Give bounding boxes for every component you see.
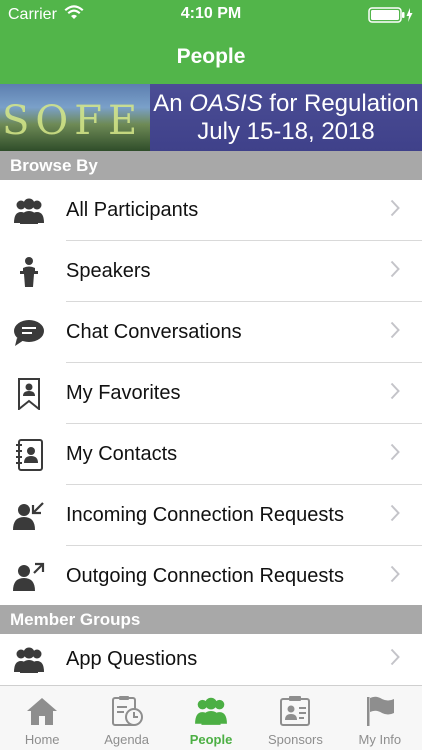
contacts-book-icon xyxy=(13,438,45,471)
banner-dates: July 15-18, 2018 xyxy=(197,117,375,145)
list-item-label: Incoming Connection Requests xyxy=(66,504,344,526)
banner-headline-prefix: An xyxy=(153,89,190,117)
chevron-right-icon xyxy=(390,565,400,588)
people-icon xyxy=(194,694,228,728)
group-icon xyxy=(13,195,45,227)
list-item-label: All Participants xyxy=(66,199,199,221)
status-bar: Carrier 4:10 PM xyxy=(0,0,422,30)
sponsors-icon xyxy=(278,694,312,728)
list-item-label: Chat Conversations xyxy=(66,321,242,343)
chat-bubble-icon xyxy=(13,317,45,349)
home-icon xyxy=(25,694,59,728)
section-header-browse-by: Browse By xyxy=(0,151,422,180)
battery-icon xyxy=(368,7,414,28)
tab-home[interactable]: Home xyxy=(0,686,84,750)
tab-sponsors[interactable]: Sponsors xyxy=(253,686,337,750)
person-outgoing-icon xyxy=(13,561,45,593)
tab-my-info[interactable]: My Info xyxy=(338,686,422,750)
list-item-chat-conversations[interactable]: Chat Conversations xyxy=(0,302,422,363)
flag-icon xyxy=(363,694,397,728)
speaker-icon xyxy=(13,256,45,288)
banner-headline-suffix: for Regulation xyxy=(262,89,419,117)
event-banner[interactable]: SOFE An OASIS for Regulation July 15-18,… xyxy=(0,84,422,151)
list-item-label: My Contacts xyxy=(66,443,178,465)
list-item-my-contacts[interactable]: My Contacts xyxy=(0,424,422,485)
navigation-bar: People xyxy=(0,30,422,84)
chevron-right-icon xyxy=(390,321,400,344)
group-icon xyxy=(13,644,45,676)
list-item-outgoing-connection-requests[interactable]: Outgoing Connection Requests xyxy=(0,546,422,607)
tab-label: Sponsors xyxy=(267,732,323,747)
banner-photo: SOFE xyxy=(0,84,150,151)
chevron-right-icon xyxy=(390,648,400,671)
list-item-label: My Favorites xyxy=(66,382,181,404)
agenda-icon xyxy=(110,694,144,728)
list-item-label: App Questions xyxy=(66,648,198,670)
tab-label: My Info xyxy=(358,732,402,747)
list-item-label: Speakers xyxy=(66,260,151,282)
section-header-label: Browse By xyxy=(10,155,98,175)
list-item-all-participants[interactable]: All Participants xyxy=(0,180,422,241)
tab-label: People xyxy=(189,732,233,747)
chevron-right-icon xyxy=(390,443,400,466)
list-item-label: Outgoing Connection Requests xyxy=(66,565,344,587)
chevron-right-icon xyxy=(390,199,400,222)
bookmark-person-icon xyxy=(13,377,45,410)
list-item-my-favorites[interactable]: My Favorites xyxy=(0,363,422,424)
banner-headline-oasis: OASIS xyxy=(189,89,263,117)
tab-people[interactable]: People xyxy=(169,686,253,750)
banner-headline: An OASIS for Regulation xyxy=(153,90,418,118)
list-item-app-questions[interactable]: App Questions xyxy=(0,634,422,685)
section-header-label: Member Groups xyxy=(10,609,141,629)
list-item-incoming-connection-requests[interactable]: Incoming Connection Requests xyxy=(0,485,422,546)
section-header-member-groups: Member Groups xyxy=(0,605,422,634)
chevron-right-icon xyxy=(390,382,400,405)
banner-logo-text: SOFE xyxy=(2,98,144,144)
page-title: People xyxy=(176,45,246,68)
tab-agenda[interactable]: Agenda xyxy=(84,686,168,750)
banner-text-area: An OASIS for Regulation July 15-18, 2018 xyxy=(150,84,422,151)
clock-time: 4:10 PM xyxy=(180,5,242,22)
tab-label: Agenda xyxy=(104,732,150,747)
tab-label: Home xyxy=(24,732,60,747)
list-item-speakers[interactable]: Speakers xyxy=(0,241,422,302)
person-incoming-icon xyxy=(13,500,45,532)
chevron-right-icon xyxy=(390,504,400,527)
tab-bar: Home Agenda People Sponsors My Info xyxy=(0,685,422,750)
chevron-right-icon xyxy=(390,260,400,283)
